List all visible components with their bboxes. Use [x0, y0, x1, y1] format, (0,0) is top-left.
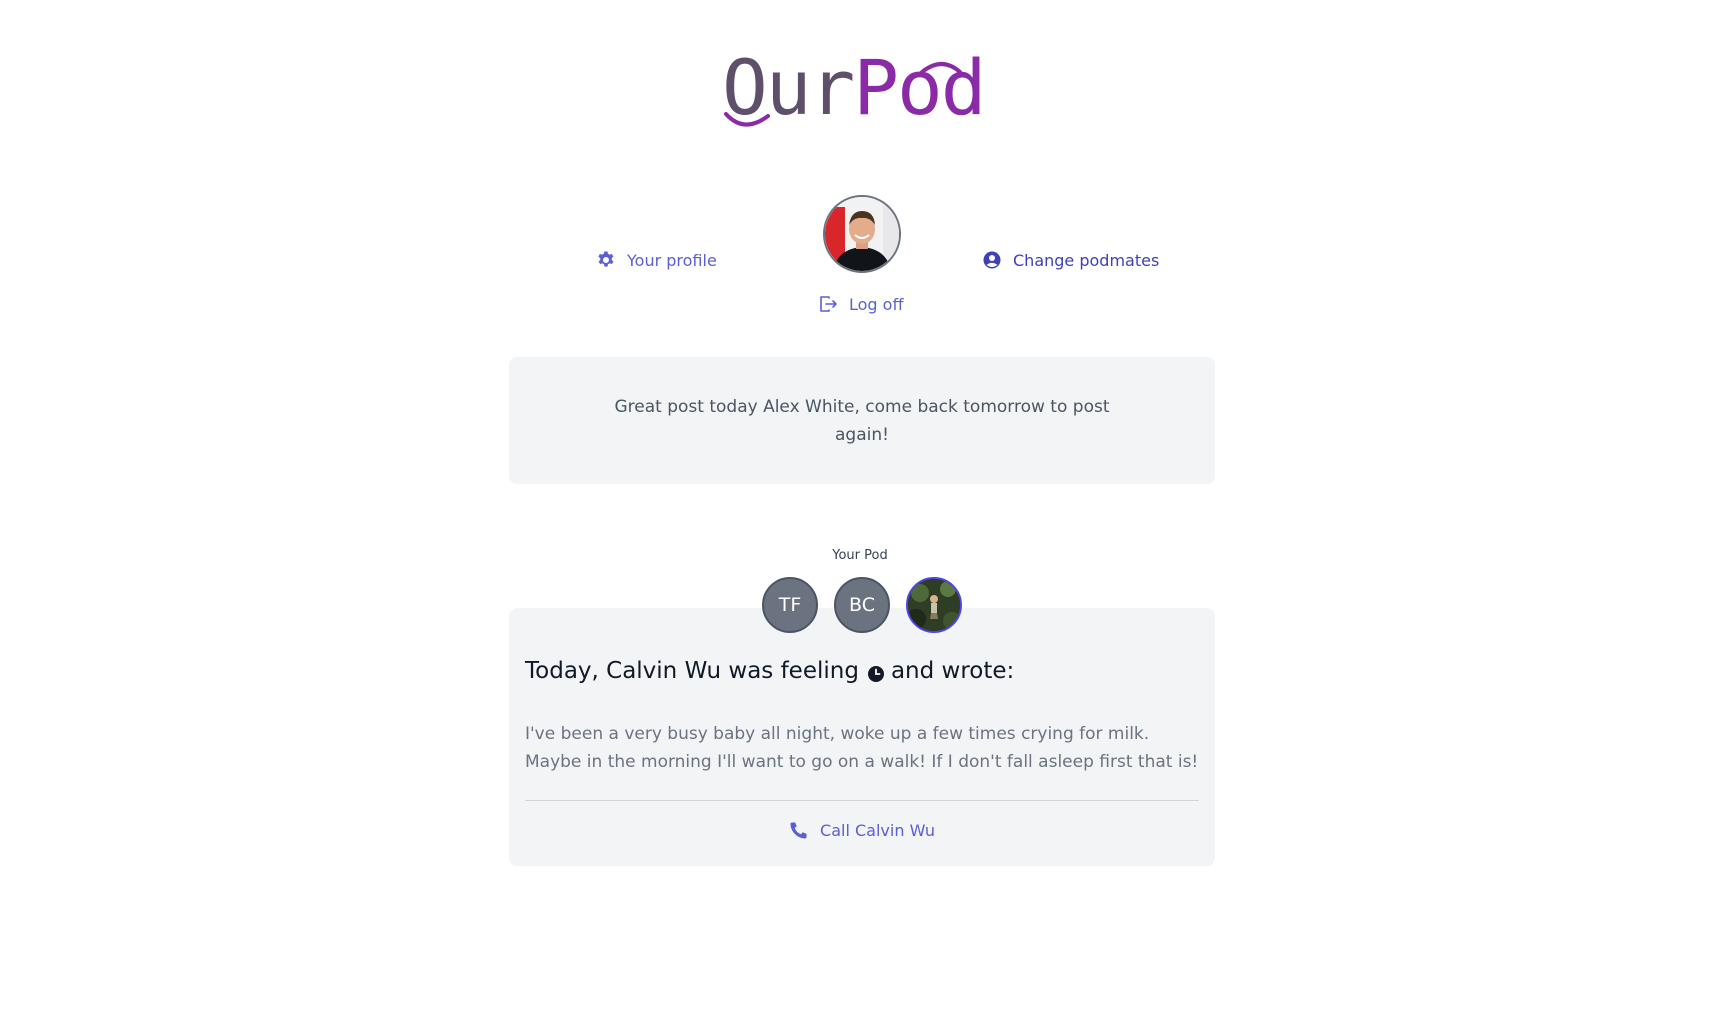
notice-text: Great post today Alex White, come back t…: [614, 397, 1110, 445]
ourpod-logo: OurPod: [722, 48, 1012, 128]
post-heading-start: Today, Calvin Wu was feeling: [525, 658, 859, 684]
call-label: Call Calvin Wu: [820, 820, 935, 840]
daily-notice-card: Great post today Alex White, come back t…: [509, 357, 1215, 484]
pod-title: Your Pod: [832, 548, 888, 563]
clock-icon: [867, 665, 885, 683]
user-photo: [825, 197, 899, 271]
your-profile-link[interactable]: Your profile: [596, 250, 717, 270]
your-profile-label: Your profile: [627, 250, 717, 270]
post-heading: Today, Calvin Wu was feeling and wrote:: [525, 658, 1014, 684]
pod-post-card: Today, Calvin Wu was feeling and wrote: …: [509, 608, 1215, 866]
user-avatar[interactable]: [823, 195, 901, 273]
post-body: I've been a very busy baby all night, wo…: [525, 724, 1199, 772]
call-button[interactable]: Call Calvin Wu: [509, 820, 1215, 840]
logout-icon: [818, 294, 838, 314]
change-podmates-label: Change podmates: [1013, 250, 1160, 270]
log-off-label: Log off: [849, 294, 904, 314]
pod-member-list: TF BC: [762, 577, 962, 633]
post-divider: [525, 800, 1199, 801]
pod-member-avatar-selected[interactable]: [906, 577, 962, 633]
post-heading-end: and wrote:: [890, 658, 1015, 684]
phone-icon: [789, 820, 809, 840]
change-podmates-link[interactable]: Change podmates: [982, 250, 1159, 270]
pod-member-avatar-tf[interactable]: TF: [762, 577, 818, 633]
member-photo: [908, 579, 960, 631]
logo-swoosh-icon: [724, 62, 962, 127]
gear-icon: [596, 250, 616, 270]
pod-member-avatar-bc[interactable]: BC: [834, 577, 890, 633]
user-circle-icon: [982, 250, 1002, 270]
log-off-link[interactable]: Log off: [818, 294, 903, 314]
page: OurPod Your profile Change podmates Log …: [0, 0, 1720, 1035]
